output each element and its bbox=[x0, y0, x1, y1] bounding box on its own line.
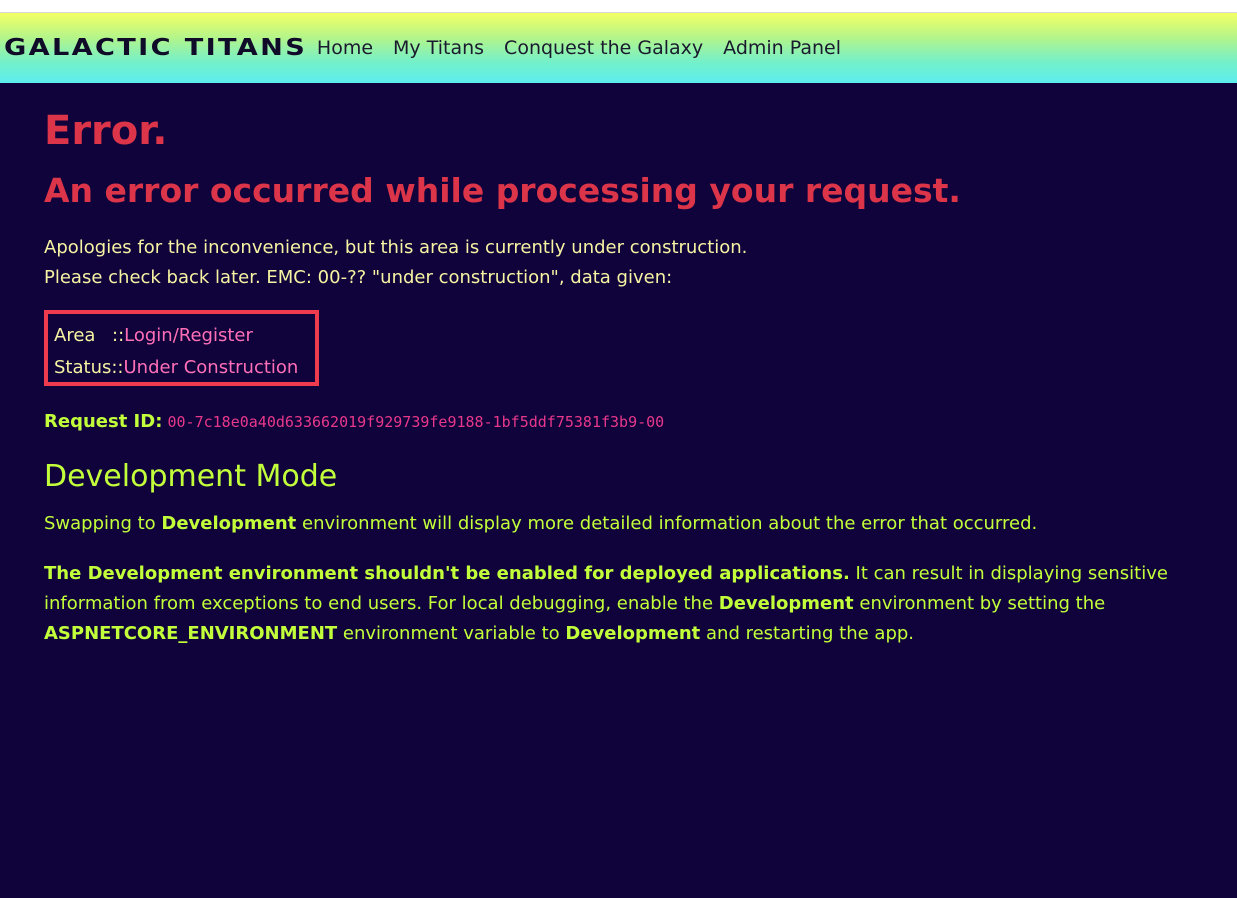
nav-links: Home My Titans Conquest the Galaxy Admin… bbox=[317, 37, 861, 59]
nav-my-titans[interactable]: My Titans bbox=[393, 37, 484, 59]
dev-p2-bold-development-2: Development bbox=[565, 623, 701, 644]
info-separator: :: bbox=[112, 325, 125, 346]
info-key-status: Status bbox=[54, 357, 112, 378]
dev-p2-text2: environment by setting the bbox=[853, 593, 1106, 614]
brand-logo[interactable]: GALACTIC TITANS bbox=[4, 35, 307, 61]
dev-p2-bold-development: Development bbox=[718, 593, 854, 614]
dev-p1-pre: Swapping to bbox=[44, 513, 162, 534]
dev-p2-text4: and restarting the app. bbox=[700, 623, 915, 644]
error-subtitle: An error occurred while processing your … bbox=[44, 171, 961, 210]
nav-admin-panel[interactable]: Admin Panel bbox=[723, 37, 841, 59]
development-mode-heading: Development Mode bbox=[44, 459, 338, 494]
construction-message-line1: Apologies for the inconvenience, but thi… bbox=[44, 237, 748, 258]
request-id-label: Request ID: bbox=[44, 411, 163, 432]
request-id-value: 00-7c18e0a40d633662019f929739fe9188-1bf5… bbox=[167, 413, 665, 431]
dev-p2-text3: environment variable to bbox=[337, 623, 566, 644]
info-value-status: Under Construction bbox=[123, 357, 299, 378]
error-title: Error. bbox=[44, 108, 168, 154]
info-separator: :: bbox=[111, 357, 124, 378]
top-navbar: GALACTIC TITANS Home My Titans Conquest … bbox=[0, 12, 1237, 83]
construction-info-box: Area::Login/Register Status::Under Const… bbox=[44, 310, 319, 386]
dev-p2-bold-env-var: ASPNETCORE_ENVIRONMENT bbox=[44, 623, 338, 644]
nav-home[interactable]: Home bbox=[317, 37, 373, 59]
info-row-status: Status::Under Construction bbox=[54, 352, 315, 384]
dev-p1-post: environment will display more detailed i… bbox=[296, 513, 1038, 534]
info-value-area: Login/Register bbox=[124, 325, 253, 346]
request-id-line: Request ID: 00-7c18e0a40d633662019f92973… bbox=[44, 411, 664, 432]
nav-conquest-the-galaxy[interactable]: Conquest the Galaxy bbox=[504, 37, 703, 59]
development-mode-paragraph-1: Swapping to Development environment will… bbox=[44, 509, 1037, 539]
info-key-area: Area bbox=[54, 325, 96, 346]
development-mode-paragraph-2: The Development environment shouldn't be… bbox=[44, 559, 1219, 649]
dev-p2-bold-warning: The Development environment shouldn't be… bbox=[44, 563, 850, 584]
construction-message-line2: Please check back later. EMC: 00-?? "und… bbox=[44, 267, 673, 288]
info-row-area: Area::Login/Register bbox=[54, 320, 315, 352]
main-content: Error. An error occurred while processin… bbox=[0, 83, 1237, 898]
construction-message: Apologies for the inconvenience, but thi… bbox=[44, 233, 747, 293]
dev-p1-bold: Development bbox=[161, 513, 297, 534]
